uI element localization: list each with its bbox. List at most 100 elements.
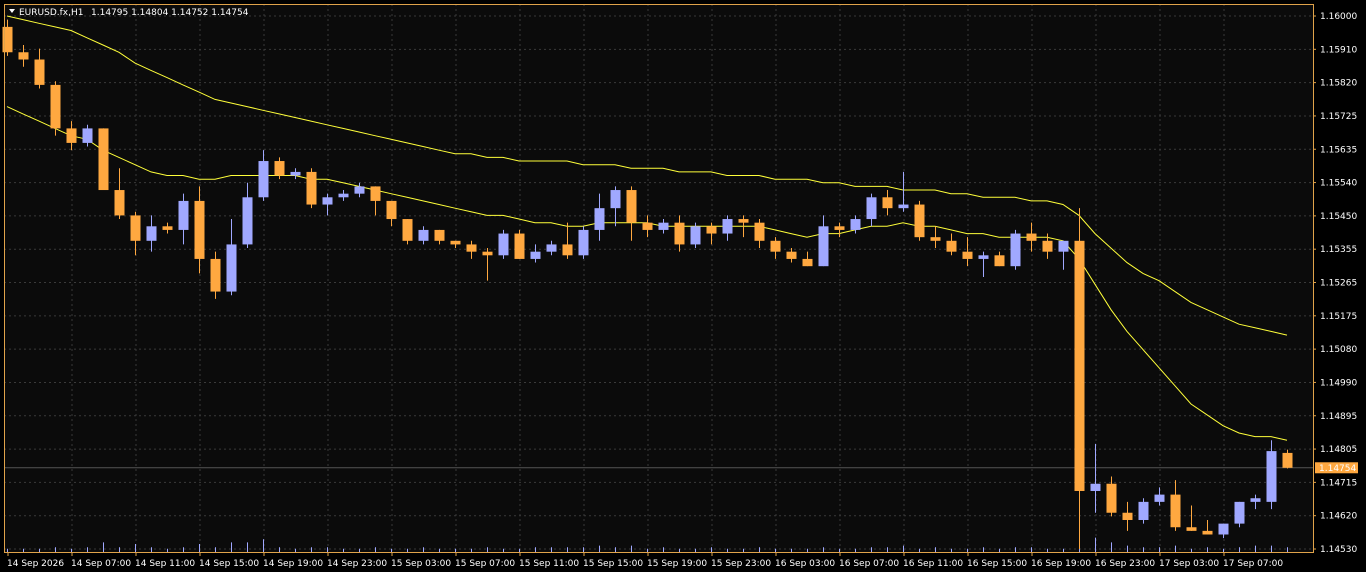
candle-body [946,240,957,252]
x-tick-label: 15 Sep 19:00 [647,559,707,569]
candle-body [418,229,429,241]
y-tick-label: 1.15175 [1320,312,1357,322]
candle-body [1282,452,1293,468]
y-tick-label: 1.15820 [1320,79,1357,89]
x-tick-label: 17 Sep 07:00 [1223,559,1283,569]
x-tick-label: 16 Sep 23:00 [1095,559,1155,569]
y-tick-label: 1.14715 [1320,478,1357,488]
candle-body [434,229,445,241]
candle-body [82,128,93,143]
x-tick-label: 15 Sep 03:00 [391,559,451,569]
candle-body [594,208,605,230]
candle-body [114,190,125,216]
candle-body [1234,501,1245,524]
candle-body [162,226,173,230]
price-chart[interactable]: 1.16000 1.15910 1.15820 1.15725 1.15635 1.155… [0,0,1366,572]
candle-body [322,197,333,205]
x-tick-label: 16 Sep 15:00 [967,559,1027,569]
ohlc-values: 1.14795 1.14804 1.14752 1.14754 [91,8,249,18]
y-tick-label: 1.14620 [1320,512,1357,522]
candle-body [146,226,157,241]
candle-body [1074,240,1085,491]
time-axis[interactable]: 14 Sep 2026 14 Sep 07:00 14 Sep 11:00 14 Se… [7,552,1283,569]
candle-body [962,251,973,259]
y-tick-label: 1.15080 [1320,345,1357,355]
candle-body [562,244,573,256]
candle-body [818,226,829,267]
x-tick-label: 16 Sep 19:00 [1031,559,1091,569]
candle-body [178,200,189,230]
candle-body [546,244,557,252]
candle-body [66,128,77,143]
x-tick-label: 17 Sep 03:00 [1159,559,1219,569]
candle-body [690,226,701,245]
y-tick-label: 1.16000 [1320,12,1357,22]
candle-body [994,255,1005,267]
candle-body [930,237,941,241]
candle-body [34,59,45,85]
y-tick-label: 1.15265 [1320,279,1357,289]
candle-body [722,219,733,234]
x-tick-label: 14 Sep 2026 [7,559,64,569]
candle-body [290,171,301,176]
y-tick-label: 1.15540 [1320,179,1357,189]
candle-body [450,240,461,245]
candle-body [658,222,669,230]
candle-body [626,190,637,223]
candle-body [1058,240,1069,252]
candle-body [754,222,765,241]
y-tick-label: 1.15450 [1320,212,1357,222]
candle-body [338,193,349,198]
x-tick-label: 14 Sep 11:00 [135,559,195,569]
x-tick-label: 15 Sep 07:00 [455,559,515,569]
y-tick-label: 1.14895 [1320,412,1357,422]
x-tick-label: 15 Sep 15:00 [583,559,643,569]
y-tick-label: 1.15910 [1320,45,1357,55]
candle-body [1170,494,1181,528]
candle-body [882,197,893,209]
candle-body [530,251,541,259]
candle-body [1090,483,1101,491]
candle-body [1122,512,1133,520]
y-tick-label: 1.15355 [1320,245,1357,255]
x-tick-label: 14 Sep 15:00 [199,559,259,569]
candle-body [866,197,877,220]
candle-body [898,204,909,209]
candle-body [914,204,925,238]
candle-body [130,215,141,241]
candle-body [386,200,397,220]
candle-body [402,219,413,241]
candle-body [258,161,269,198]
chart-header[interactable]: EURUSD.fx,H1 1.14795 1.14804 1.14752 1.1… [9,8,249,18]
x-tick-label: 14 Sep 23:00 [327,559,387,569]
candle-body [1202,530,1213,535]
symbol-label: EURUSD.fx,H1 [19,8,83,18]
candle-body [642,222,653,230]
candle-body [1010,233,1021,267]
candle-body [802,258,813,267]
y-tick-label: 1.15635 [1320,145,1357,155]
x-tick-label: 16 Sep 11:00 [903,559,963,569]
current-price-label: 1.14754 [1319,464,1356,474]
candle-body [1154,494,1165,502]
candle-body [306,171,317,205]
candle-body [274,161,285,176]
candle-body [1218,523,1229,535]
candle-body [242,197,253,245]
candle-body [1106,483,1117,513]
candle-body [1042,240,1053,252]
candle-body [514,233,525,259]
x-tick-label: 15 Sep 11:00 [519,559,579,569]
candle-body [370,186,381,201]
candle-body [1266,451,1277,502]
candle-body [18,52,29,60]
candle-body [210,258,221,292]
candle-body [786,251,797,259]
candle-body [194,200,205,259]
x-tick-label: 16 Sep 07:00 [839,559,899,569]
candle-body [1186,527,1197,531]
candle-body [1138,501,1149,520]
candle-body [354,186,365,194]
y-tick-label: 1.14990 [1320,378,1357,388]
candle-body [1026,233,1037,241]
